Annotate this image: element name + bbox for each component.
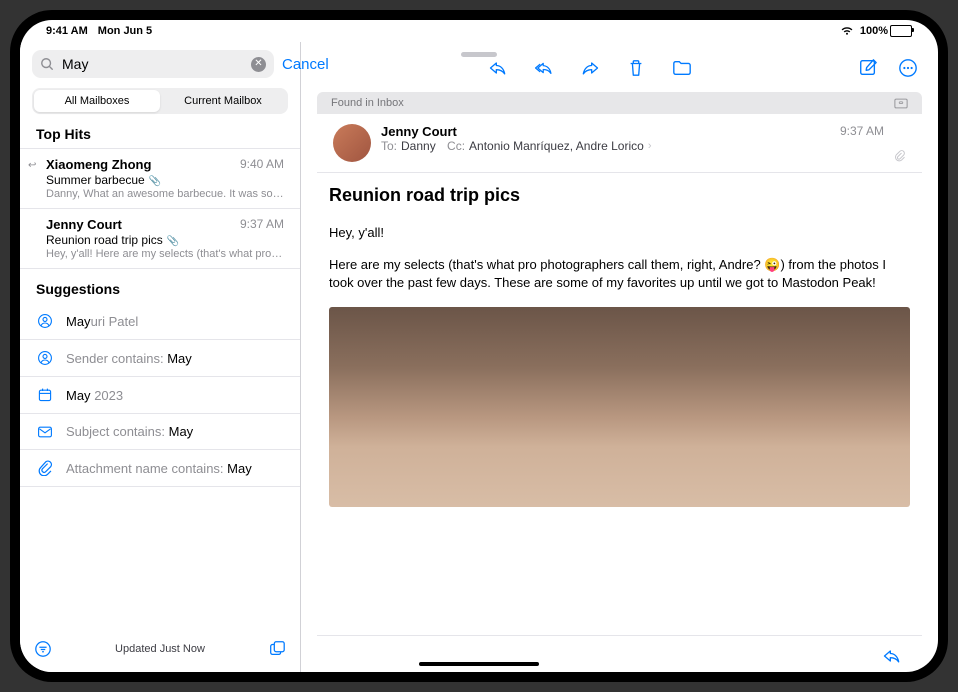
clear-search-button[interactable]: ✕ — [251, 57, 266, 72]
sidebar-status: Updated Just Now — [115, 643, 205, 655]
forward-button[interactable] — [580, 58, 600, 78]
hit-sender: Xiaomeng Zhong — [46, 157, 151, 172]
move-button[interactable] — [672, 58, 692, 78]
toolbar — [301, 42, 938, 92]
chevron-right-icon: › — [648, 140, 652, 152]
from-name[interactable]: Jenny Court — [381, 124, 457, 139]
clip-icon — [36, 460, 54, 476]
person-icon — [36, 313, 54, 329]
sidebar: ✕ Cancel All Mailboxes Current Mailbox T… — [20, 42, 301, 672]
message-header: Jenny Court 9:37 AM To: Danny Cc: Antoni… — [317, 114, 922, 173]
section-top-hits: Top Hits — [20, 114, 300, 148]
filter-button[interactable] — [34, 640, 52, 658]
envelope-icon — [36, 425, 54, 439]
message-body: Reunion road trip pics Hey, y'all! Here … — [301, 173, 938, 635]
multitask-handle[interactable] — [461, 52, 497, 57]
suggestion-text: Mayuri Patel — [66, 314, 138, 329]
attachment-icon — [894, 150, 906, 162]
attached-photo[interactable] — [329, 307, 910, 507]
suggestion-item[interactable]: Sender contains: May — [20, 340, 300, 377]
hit-sender: Jenny Court — [46, 217, 122, 232]
suggestion-item[interactable]: Attachment name contains: May — [20, 450, 300, 487]
reply-button[interactable] — [488, 58, 508, 78]
battery-pct: 100% — [860, 25, 888, 37]
section-suggestions: Suggestions — [20, 269, 300, 303]
suggestion-item[interactable]: Subject contains: May — [20, 414, 300, 450]
trash-button[interactable] — [626, 58, 646, 78]
avatar[interactable] — [333, 124, 371, 162]
replied-icon: ↩ — [28, 160, 36, 171]
message-subject: Reunion road trip pics — [329, 185, 910, 206]
scope-all-mailboxes[interactable]: All Mailboxes — [34, 90, 160, 112]
status-bar: 9:41 AM Mon Jun 5 100% — [20, 20, 938, 42]
hit-subject: Reunion road trip pics📎 — [46, 233, 284, 247]
top-hit-item[interactable]: ↩ Xiaomeng Zhong 9:40 AMSummer barbecue📎Da… — [20, 149, 300, 209]
more-button[interactable] — [898, 58, 918, 78]
suggestion-text: Attachment name contains: May — [66, 461, 252, 476]
hit-subject: Summer barbecue📎 — [46, 173, 284, 187]
compose-window-button[interactable] — [268, 640, 286, 658]
mailbox-icon — [894, 98, 908, 109]
suggestion-item[interactable]: May 2023 — [20, 377, 300, 414]
home-indicator[interactable] — [419, 662, 539, 666]
hit-preview: Hey, y'all! Here are my selects (that's … — [46, 248, 284, 260]
found-in-bar: Found in Inbox — [317, 92, 922, 114]
compose-button[interactable] — [858, 58, 878, 78]
reply-all-button[interactable] — [534, 58, 554, 78]
hit-time: 9:37 AM — [240, 217, 284, 232]
suggestion-text: May 2023 — [66, 388, 123, 403]
attachment-icon: 📎 — [149, 176, 161, 187]
found-in-label: Found in Inbox — [331, 97, 404, 109]
message-time: 9:37 AM — [840, 124, 884, 139]
suggestion-text: Subject contains: May — [66, 424, 193, 439]
person-icon — [36, 350, 54, 366]
calendar-icon — [36, 387, 54, 403]
message-greeting: Hey, y'all! — [329, 224, 910, 242]
search-field[interactable]: ✕ — [32, 50, 274, 78]
top-hit-item[interactable]: Jenny Court 9:37 AMReunion road trip pics… — [20, 209, 300, 269]
reply-footer-button[interactable] — [882, 646, 902, 666]
message-pane: Found in Inbox Jenny Court 9:37 AM To: D… — [301, 42, 938, 672]
suggestion-text: Sender contains: May — [66, 351, 192, 366]
hit-time: 9:40 AM — [240, 157, 284, 172]
scope-current-mailbox[interactable]: Current Mailbox — [160, 90, 286, 112]
search-icon — [40, 57, 54, 71]
recipients-row[interactable]: To: Danny Cc: Antonio Manríquez, Andre L… — [381, 139, 884, 153]
attachment-icon: 📎 — [167, 236, 179, 247]
hit-preview: Danny, What an awesome barbecue. It was … — [46, 188, 284, 200]
search-input[interactable] — [60, 55, 245, 73]
status-date: Mon Jun 5 — [98, 25, 152, 37]
status-time: 9:41 AM — [46, 25, 88, 37]
search-scope: All Mailboxes Current Mailbox — [32, 88, 288, 114]
battery-icon — [890, 25, 912, 37]
message-paragraph: Here are my selects (that's what pro pho… — [329, 256, 910, 292]
wifi-icon — [840, 26, 854, 36]
suggestion-item[interactable]: Mayuri Patel — [20, 303, 300, 340]
